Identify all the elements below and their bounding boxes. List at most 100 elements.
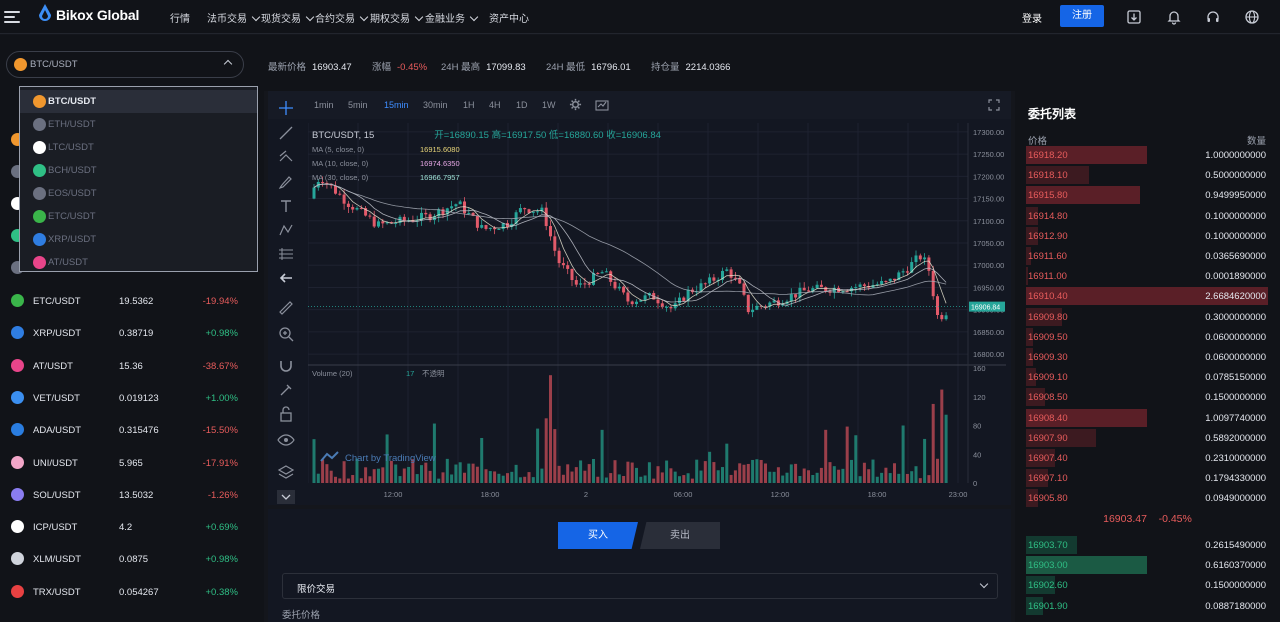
- brush-icon[interactable]: [277, 173, 295, 191]
- market-row[interactable]: ICP/USDT 4.2 +0.69%: [0, 511, 264, 543]
- pattern-icon[interactable]: [277, 221, 295, 239]
- fullscreen-icon[interactable]: [988, 99, 1000, 111]
- register-button[interactable]: 注册: [1060, 5, 1104, 27]
- fib-icon[interactable]: [277, 148, 295, 166]
- ask-qty: 0.1000000000: [1205, 210, 1266, 222]
- nav-item-5[interactable]: 金融业务: [425, 10, 465, 25]
- market-row[interactable]: XLM/USDT 0.0875 +0.98%: [0, 543, 264, 575]
- bid-row[interactable]: 16902.60 0.1500000000: [1015, 575, 1280, 595]
- ask-row[interactable]: 16907.90 0.5892000000: [1015, 428, 1280, 448]
- nav-item-2[interactable]: 现货交易: [261, 10, 301, 25]
- pair-option[interactable]: BTC/USDT: [20, 90, 257, 113]
- volume-tick: 160: [973, 364, 986, 373]
- order-type-select[interactable]: 限价交易: [282, 573, 998, 599]
- ask-row[interactable]: 16909.10 0.0785150000: [1015, 367, 1280, 387]
- volume-bar: [690, 478, 694, 483]
- market-change: -1.26%: [207, 489, 238, 501]
- ask-row[interactable]: 16914.80 0.1000000000: [1015, 206, 1280, 226]
- pair-option[interactable]: ETH/USDT: [20, 113, 257, 136]
- pair-option[interactable]: AT/USDT: [20, 251, 257, 274]
- collapse-icon[interactable]: [277, 488, 295, 506]
- magnet-icon[interactable]: [277, 357, 295, 375]
- ask-row[interactable]: 16911.00 0.0001890000: [1015, 266, 1280, 286]
- pair-option[interactable]: LTC/USDT: [20, 136, 257, 159]
- nav-item-6[interactable]: 资产中心: [489, 10, 534, 25]
- lock-icon[interactable]: [277, 405, 295, 423]
- ask-row[interactable]: 16909.80 0.3000000000: [1015, 307, 1280, 327]
- market-row[interactable]: SOL/USDT 13.5032 -1.26%: [0, 479, 264, 511]
- ask-row[interactable]: 16918.10 0.5000000000: [1015, 165, 1280, 185]
- pair-option[interactable]: EOS/USDT: [20, 182, 257, 205]
- login-link[interactable]: 登录: [1022, 10, 1042, 25]
- eye-icon[interactable]: [277, 431, 295, 449]
- ask-row[interactable]: 16909.50 0.0600000000: [1015, 327, 1280, 347]
- sell-tab[interactable]: 卖出: [640, 522, 720, 549]
- text-icon[interactable]: [277, 197, 295, 215]
- pair-option[interactable]: ETC/USDT: [20, 205, 257, 228]
- timeframe-30min[interactable]: 30min: [423, 100, 448, 110]
- volume-bar: [553, 429, 557, 483]
- market-row[interactable]: XRP/USDT 0.38719 +0.98%: [0, 317, 264, 349]
- market-row[interactable]: ADA/USDT 0.315476 -15.50%: [0, 414, 264, 446]
- menu-icon[interactable]: [4, 11, 20, 23]
- headset-icon[interactable]: [1205, 9, 1221, 25]
- pair-option[interactable]: XRP/USDT: [20, 228, 257, 251]
- timeframe-5min[interactable]: 5min: [348, 100, 368, 110]
- crosshair-icon[interactable]: [277, 99, 295, 117]
- ask-row[interactable]: 16905.80 0.0949000000: [1015, 488, 1280, 508]
- indicator-icon[interactable]: [595, 98, 609, 111]
- ask-row[interactable]: 16907.10 0.1794330000: [1015, 468, 1280, 488]
- timeframe-1H[interactable]: 1H: [463, 100, 475, 110]
- pair-option-label: BTC/USDT: [48, 96, 97, 107]
- market-row[interactable]: UNI/USDT 5.965 -17.91%: [0, 447, 264, 479]
- timeframe-4H[interactable]: 4H: [489, 100, 501, 110]
- bid-row[interactable]: 16901.90 0.0887180000: [1015, 596, 1280, 616]
- ask-row[interactable]: 16907.40 0.2310000000: [1015, 448, 1280, 468]
- volume-bar: [398, 476, 402, 483]
- volume-bar: [574, 467, 578, 483]
- market-price: 13.5032: [119, 489, 154, 501]
- volume-bar: [579, 460, 583, 483]
- buy-tab[interactable]: 买入: [558, 522, 638, 549]
- gear-icon[interactable]: [569, 98, 582, 111]
- ruler-icon[interactable]: [277, 299, 295, 317]
- pair-option[interactable]: BCH/USDT: [20, 159, 257, 182]
- bell-icon[interactable]: [1166, 9, 1182, 25]
- back-arrow-icon[interactable]: [277, 269, 295, 287]
- ask-row[interactable]: 16918.20 1.0000000000: [1015, 145, 1280, 165]
- nav-item-0[interactable]: 行情: [170, 10, 207, 25]
- lock-drawing-icon[interactable]: [277, 381, 295, 399]
- ask-row[interactable]: 16908.40 1.0097740000: [1015, 408, 1280, 428]
- timeframe-1W[interactable]: 1W: [542, 100, 556, 110]
- ask-row[interactable]: 16915.80 0.9499950000: [1015, 185, 1280, 205]
- logo-text[interactable]: Bikox Global: [56, 7, 139, 23]
- market-row[interactable]: ETC/USDT 19.5362 -19.94%: [0, 285, 264, 317]
- ask-row[interactable]: 16910.40 2.6684620000: [1015, 286, 1280, 306]
- bid-row[interactable]: 16903.00 0.6160370000: [1015, 555, 1280, 575]
- timeframe-1min[interactable]: 1min: [314, 100, 334, 110]
- market-row[interactable]: VET/USDT 0.019123 +1.00%: [0, 382, 264, 414]
- candle-body: [888, 278, 892, 282]
- timeframe-15min[interactable]: 15min: [384, 100, 409, 110]
- nav-item-3[interactable]: 合约交易: [315, 10, 355, 25]
- nav-item-1[interactable]: 法币交易: [207, 10, 247, 25]
- price-chart[interactable]: 17300.00 17250.00 17200.00 17150.00 17100.00…: [308, 123, 1006, 503]
- globe-icon[interactable]: [1244, 9, 1260, 25]
- market-row[interactable]: AT/USDT 15.36 -38.67%: [0, 350, 264, 382]
- volume-bar: [561, 474, 565, 483]
- trendline-icon[interactable]: [277, 124, 295, 142]
- layers-icon[interactable]: [277, 463, 295, 481]
- ask-row[interactable]: 16911.60 0.0365690000: [1015, 246, 1280, 266]
- ask-row[interactable]: 16912.90 0.1000000000: [1015, 226, 1280, 246]
- ask-row[interactable]: 16908.50 0.1500000000: [1015, 387, 1280, 407]
- pair-selector[interactable]: BTC/USDT: [6, 51, 244, 78]
- nav-item-4[interactable]: 期权交易: [370, 10, 410, 25]
- download-icon[interactable]: [1126, 9, 1142, 25]
- zoom-in-icon[interactable]: [277, 325, 295, 343]
- timeframe-1D[interactable]: 1D: [516, 100, 528, 110]
- ask-row[interactable]: 16909.30 0.0600000000: [1015, 347, 1280, 367]
- market-row[interactable]: TRX/USDT 0.054267 +0.38%: [0, 576, 264, 608]
- volume-bar: [592, 458, 595, 483]
- bid-row[interactable]: 16903.70 0.2615490000: [1015, 535, 1280, 555]
- measure-icon[interactable]: [277, 245, 295, 263]
